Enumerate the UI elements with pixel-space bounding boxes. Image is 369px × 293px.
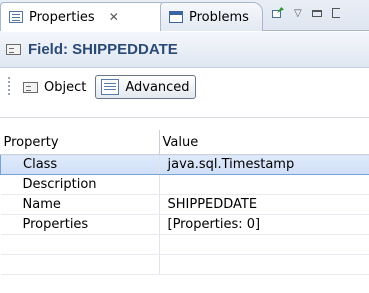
empty-cell [0,254,160,275]
field-icon [23,81,38,93]
minimize-icon[interactable] [311,9,322,17]
object-mode-label: Object [44,79,87,95]
table-row-empty [0,234,369,255]
advanced-mode-button[interactable]: Advanced [95,75,196,99]
empty-cell [159,254,369,275]
problems-icon [169,11,183,23]
property-value-cell[interactable] [159,174,369,195]
page-title: Field: SHIPPEDDATE [28,41,178,58]
advanced-mode-label: Advanced [125,79,190,95]
tab-label: Properties [29,9,95,25]
view-tab-bar: Properties ✕ Problems ▽ [0,0,369,31]
table-row[interactable]: Name SHIPPEDDATE [0,194,369,215]
mode-toolbar: Object Advanced [0,68,369,106]
field-icon [6,44,21,55]
property-name-cell[interactable]: Properties [0,214,160,235]
properties-header: Field: SHIPPEDDATE [0,32,369,68]
property-name-cell[interactable]: Name [0,194,160,215]
tab-label: Problems [189,9,249,25]
table-row-empty [0,254,369,275]
property-value-cell[interactable]: SHIPPEDDATE [159,194,369,215]
table-row[interactable]: Properties [Properties: 0] [0,214,369,235]
property-name-cell[interactable]: Description [0,174,160,195]
toolbar-grip [8,77,10,97]
empty-cell [0,234,160,255]
property-value-cell[interactable]: [Properties: 0] [159,214,369,235]
table-icon [101,79,120,95]
maximize-icon[interactable] [331,8,340,18]
close-icon[interactable]: ✕ [109,10,119,24]
table-row[interactable]: Class java.sql.Timestamp [0,154,369,175]
pin-icon[interactable] [272,7,284,19]
table-row[interactable]: Description [0,174,369,195]
column-header-property[interactable]: Property [0,130,160,155]
properties-table: Property Value Class java.sql.Timestamp … [0,130,369,275]
property-name-cell[interactable]: Class [0,154,160,175]
property-value-cell[interactable]: java.sql.Timestamp [159,154,369,175]
properties-icon [9,11,23,23]
column-header-value[interactable]: Value [159,130,369,155]
object-mode-button[interactable]: Object [18,75,91,99]
view-menu-icon[interactable]: ▽ [294,8,302,19]
tab-properties[interactable]: Properties ✕ [0,2,170,31]
empty-cell [159,234,369,255]
tab-problems[interactable]: Problems [160,2,263,31]
view-toolbar: ▽ [272,7,340,19]
divider [0,117,369,118]
